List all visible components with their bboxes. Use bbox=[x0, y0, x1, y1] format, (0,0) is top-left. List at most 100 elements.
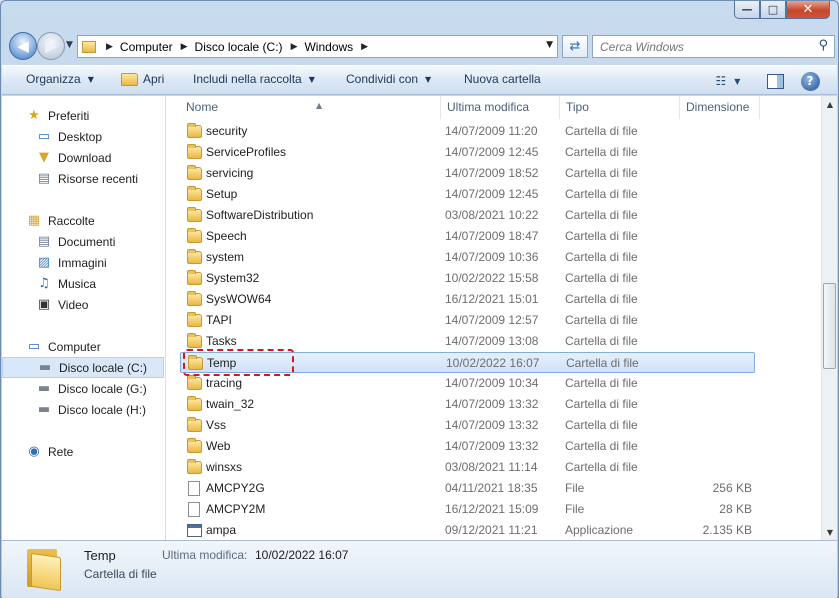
vertical-scrollbar[interactable]: ▲ ▼ bbox=[821, 96, 837, 540]
file-row-softwaredistribution[interactable]: SoftwareDistribution 03/08/2021 10:22 Cart… bbox=[180, 205, 755, 226]
file-row-vss[interactable]: Vss 14/07/2009 13:32 Cartella di file bbox=[180, 415, 755, 436]
breadcrumb-chevron-icon[interactable]: ▶ bbox=[106, 42, 113, 52]
breadcrumb-chevron-icon[interactable]: ▶ bbox=[181, 42, 188, 52]
breadcrumb-chevron-icon[interactable]: ▶ bbox=[361, 42, 368, 52]
file-row-winsxs[interactable]: winsxs 03/08/2021 11:14 Cartella di file bbox=[180, 457, 755, 478]
file-row-ampa[interactable]: ampa 09/12/2021 11:21 Applicazione 2.135 KB bbox=[180, 520, 755, 540]
recent-pages-dropdown-icon[interactable]: ▼ bbox=[66, 40, 73, 50]
nav-item-computer-1[interactable]: ▬ Disco locale (C:) bbox=[2, 357, 164, 378]
back-button[interactable]: ◀ bbox=[9, 32, 37, 60]
file-row-serviceprofiles[interactable]: ServiceProfiles 14/07/2009 12:45 Cartella … bbox=[180, 142, 755, 163]
include-in-library-button[interactable]: Includi nella raccolta ▼ bbox=[193, 72, 315, 86]
nav-item-libraries-3[interactable]: ♫ Musica bbox=[2, 273, 164, 294]
search-box[interactable]: ⚲ bbox=[592, 35, 835, 58]
file-modified: 14/07/2009 13:32 bbox=[445, 418, 539, 432]
chevron-down-icon: ▼ bbox=[734, 76, 741, 86]
file-row-speech[interactable]: Speech 14/07/2009 18:47 Cartella di file bbox=[180, 226, 755, 247]
file-icon bbox=[188, 481, 200, 496]
file-modified: 03/08/2021 11:14 bbox=[445, 460, 538, 474]
nav-item-libraries-2[interactable]: ▨ Immagini bbox=[2, 252, 164, 273]
nav-item-libraries-0[interactable]: ▦ Raccolte bbox=[2, 210, 164, 231]
breadcrumb-windows[interactable]: Windows bbox=[304, 40, 353, 54]
address-history-dropdown-icon[interactable]: ▼ bbox=[546, 40, 553, 50]
file-modified: 14/07/2009 18:52 bbox=[445, 166, 539, 180]
nav-item-label: Disco locale (H:) bbox=[58, 402, 147, 417]
file-row-syswow64[interactable]: SysWOW64 16/12/2021 15:01 Cartella di file bbox=[180, 289, 755, 310]
file-row-tracing[interactable]: tracing 14/07/2009 10:34 Cartella di file bbox=[180, 373, 755, 394]
file-type: Cartella di file bbox=[565, 376, 638, 390]
file-type: Cartella di file bbox=[565, 460, 638, 474]
help-button[interactable]: ? bbox=[799, 71, 821, 91]
breadcrumb-drive-c[interactable]: Disco locale (C:) bbox=[195, 40, 283, 54]
preview-pane-button[interactable] bbox=[765, 71, 785, 91]
folder-icon bbox=[187, 333, 202, 348]
file-row-security[interactable]: security 14/07/2009 11:20 Cartella di file bbox=[180, 121, 755, 142]
file-size bbox=[680, 163, 752, 184]
file-modified: 09/12/2021 11:21 bbox=[445, 523, 538, 537]
nav-item-libraries-4[interactable]: ▣ Video bbox=[2, 294, 164, 315]
file-modified: 04/11/2021 18:35 bbox=[445, 481, 538, 495]
file-size bbox=[680, 205, 752, 226]
file-row-system[interactable]: system 14/07/2009 10:36 Cartella di file bbox=[180, 247, 755, 268]
column-headers: Nome ▲ Ultima modifica Tipo Dimensione bbox=[168, 96, 821, 119]
file-row-system32[interactable]: System32 10/02/2022 15:58 Cartella di file bbox=[180, 268, 755, 289]
sort-ascending-icon: ▲ bbox=[316, 101, 323, 110]
nav-item-libraries-1[interactable]: ▤ Documenti bbox=[2, 231, 164, 252]
maximize-button[interactable]: □ bbox=[760, 1, 786, 19]
nav-item-computer-2[interactable]: ▬ Disco locale (G:) bbox=[2, 378, 164, 399]
column-modified-header[interactable]: Ultima modifica bbox=[441, 96, 560, 119]
nav-item-favorites-0[interactable]: ★ Preferiti bbox=[2, 105, 164, 126]
file-name: ampa bbox=[206, 523, 237, 537]
nav-item-favorites-1[interactable]: ▭ Desktop bbox=[2, 126, 164, 147]
address-bar[interactable]: ▶ Computer ▶ Disco locale (C:) ▶ Windows… bbox=[77, 35, 558, 58]
file-type: Cartella di file bbox=[565, 313, 638, 327]
view-list-icon: ☷ bbox=[715, 74, 727, 88]
share-with-button[interactable]: Condividi con ▼ bbox=[346, 72, 431, 86]
refresh-button[interactable]: ⇄ bbox=[562, 35, 588, 58]
folder-icon bbox=[187, 144, 202, 159]
download-folder-icon: ▼ bbox=[39, 150, 49, 165]
column-type-header[interactable]: Tipo bbox=[560, 96, 680, 119]
nav-item-favorites-3[interactable]: ▤ Risorse recenti bbox=[2, 168, 164, 189]
file-row-servicing[interactable]: servicing 14/07/2009 18:52 Cartella di fil… bbox=[180, 163, 755, 184]
folder-icon bbox=[187, 123, 202, 138]
scrollbar-thumb[interactable] bbox=[823, 283, 836, 369]
organize-button[interactable]: Organizza ▼ bbox=[26, 72, 94, 86]
drive-icon: ▬ bbox=[38, 360, 52, 375]
close-button[interactable]: ✕ bbox=[786, 1, 830, 19]
nav-item-computer-3[interactable]: ▬ Disco locale (H:) bbox=[2, 399, 164, 420]
breadcrumb-computer[interactable]: Computer bbox=[120, 40, 173, 54]
file-row-twain_32[interactable]: twain_32 14/07/2009 13:32 Cartella di file bbox=[180, 394, 755, 415]
minimize-button[interactable]: — bbox=[734, 1, 760, 19]
folder-icon bbox=[187, 249, 202, 264]
search-icon[interactable]: ⚲ bbox=[818, 38, 828, 53]
file-row-amcpy2g[interactable]: AMCPY2G 04/11/2021 18:35 File 256 KB bbox=[180, 478, 755, 499]
nav-item-label: Risorse recenti bbox=[58, 171, 139, 186]
file-name: TAPI bbox=[206, 313, 232, 327]
file-modified: 14/07/2009 11:20 bbox=[445, 124, 538, 138]
open-button[interactable]: Apri bbox=[121, 72, 164, 86]
nav-item-favorites-2[interactable]: ▼ Download bbox=[2, 147, 164, 168]
forward-button[interactable]: ▶ bbox=[37, 32, 65, 60]
scroll-down-arrow-icon[interactable]: ▼ bbox=[822, 524, 838, 540]
file-size bbox=[680, 226, 752, 247]
file-row-web[interactable]: Web 14/07/2009 13:32 Cartella di file bbox=[180, 436, 755, 457]
new-folder-button[interactable]: Nuova cartella bbox=[464, 72, 541, 86]
file-size bbox=[680, 268, 752, 289]
column-name-header[interactable]: Nome ▲ bbox=[180, 96, 441, 119]
file-row-setup[interactable]: Setup 14/07/2009 12:45 Cartella di file bbox=[180, 184, 755, 205]
file-modified: 10/02/2022 15:58 bbox=[445, 271, 539, 285]
nav-item-label: Video bbox=[58, 297, 89, 312]
explorer-body: ★ Preferiti ▭ Desktop ▼ Download ▤ Risorse rece… bbox=[2, 96, 837, 540]
scroll-up-arrow-icon[interactable]: ▲ bbox=[822, 96, 838, 112]
column-size-header[interactable]: Dimensione bbox=[680, 96, 760, 119]
breadcrumb-chevron-icon[interactable]: ▶ bbox=[291, 42, 298, 52]
search-input[interactable] bbox=[600, 39, 800, 54]
application-icon bbox=[187, 524, 202, 537]
file-row-amcpy2m[interactable]: AMCPY2M 16/12/2021 15:09 File 28 KB bbox=[180, 499, 755, 520]
file-size bbox=[680, 142, 752, 163]
file-row-tapi[interactable]: TAPI 14/07/2009 12:57 Cartella di file bbox=[180, 310, 755, 331]
nav-item-network-0[interactable]: ◉ Rete bbox=[2, 441, 164, 462]
nav-item-computer-0[interactable]: ▭ Computer bbox=[2, 336, 164, 357]
change-view-button[interactable]: ☷ ▼ bbox=[710, 71, 746, 91]
